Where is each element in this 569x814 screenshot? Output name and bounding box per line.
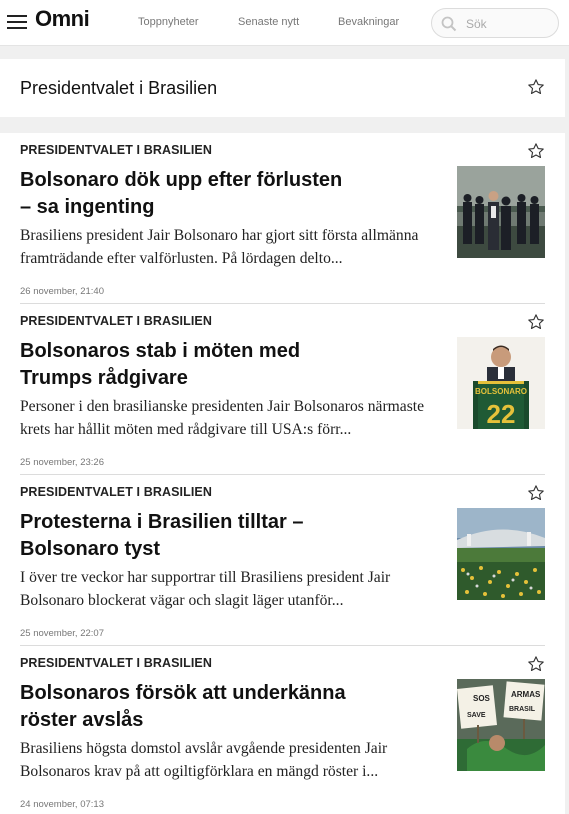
follow-star-icon[interactable] xyxy=(527,484,545,502)
article-date: 25 november, 23:26 xyxy=(20,457,104,468)
nav-link-senaste-nytt[interactable]: Senaste nytt xyxy=(238,16,299,28)
article-title[interactable]: Bolsonaros försök att underkänna röster … xyxy=(20,680,350,734)
search-input[interactable] xyxy=(466,15,550,33)
follow-star-icon[interactable] xyxy=(527,313,545,331)
follow-star-icon[interactable] xyxy=(527,142,545,160)
article-item[interactable]: PRESIDENTVALET I BRASILIEN Protesterna i… xyxy=(0,475,565,647)
follow-topic-star-icon[interactable] xyxy=(527,78,545,96)
article-date: 25 november, 22:07 xyxy=(20,628,104,639)
article-lead: I över tre veckor har supportrar till Br… xyxy=(20,569,391,609)
article-date: 26 november, 21:40 xyxy=(20,286,104,297)
article-title[interactable]: Protesterna i Brasilien tilltar – Bolson… xyxy=(20,509,350,563)
article-feed: PRESIDENTVALET I BRASILIEN Bolsonaro dök… xyxy=(0,133,565,814)
follow-star-icon[interactable] xyxy=(527,655,545,673)
article-title[interactable]: Bolsonaro dök upp efter förlusten – sa i… xyxy=(20,167,350,221)
article-topic-label[interactable]: PRESIDENTVALET I BRASILIEN xyxy=(20,485,212,499)
sign-text-save: SAVE xyxy=(467,712,486,719)
topic-header-card: Presidentvalet i Brasilien xyxy=(0,59,565,117)
nav-link-toppnyheter[interactable]: Toppnyheter xyxy=(138,16,199,28)
article-topic-label[interactable]: PRESIDENTVALET I BRASILIEN xyxy=(20,656,212,670)
article-topic-label[interactable]: PRESIDENTVALET I BRASILIEN xyxy=(20,314,212,328)
page-title: Presidentvalet i Brasilien xyxy=(20,78,218,98)
sign-text-armas: ARMAS xyxy=(511,690,541,699)
article-lead: Brasiliens president Jair Bolsonaro har … xyxy=(20,227,419,267)
article-topic-label[interactable]: PRESIDENTVALET I BRASILIEN xyxy=(20,143,212,157)
top-navigation-bar: Omni Toppnyheter Senaste nytt Bevakninga… xyxy=(0,0,569,46)
search-box[interactable] xyxy=(431,8,559,38)
sign-text-brasil: BRASIL xyxy=(509,706,536,713)
article-item[interactable]: PRESIDENTVALET I BRASILIEN Bolsonaros st… xyxy=(0,304,565,476)
article-item[interactable]: PRESIDENTVALET I BRASILIEN Bolsonaro dök… xyxy=(0,133,565,305)
jersey-number-text: 22 xyxy=(487,399,516,429)
nav-link-bevakningar[interactable]: Bevakningar xyxy=(338,16,399,28)
article-lead: Brasiliens högsta domstol avslår avgåend… xyxy=(20,740,388,780)
article-title[interactable]: Bolsonaros stab i möten med Trumps rådgi… xyxy=(20,338,350,392)
article-lead: Personer i den brasilianske presidenten … xyxy=(20,398,425,438)
article-thumbnail-ceremony[interactable] xyxy=(457,166,545,258)
hamburger-menu-icon[interactable] xyxy=(7,13,29,31)
search-icon xyxy=(441,16,457,32)
article-item[interactable]: PRESIDENTVALET I BRASILIEN Bolsonaros fö… xyxy=(0,646,565,814)
sign-text-sos: SOS xyxy=(473,694,491,703)
article-thumbnail-protest-signs[interactable]: SOS ARMAS SAVE BRASIL xyxy=(457,679,545,771)
article-thumbnail-protest-crowd[interactable] xyxy=(457,508,545,600)
article-date: 24 november, 07:13 xyxy=(20,799,104,810)
omni-logo[interactable]: Omni xyxy=(35,6,90,32)
jersey-name-text: BOLSONARO xyxy=(475,387,527,396)
article-thumbnail-jersey[interactable]: BOLSONARO 22 xyxy=(457,337,545,429)
